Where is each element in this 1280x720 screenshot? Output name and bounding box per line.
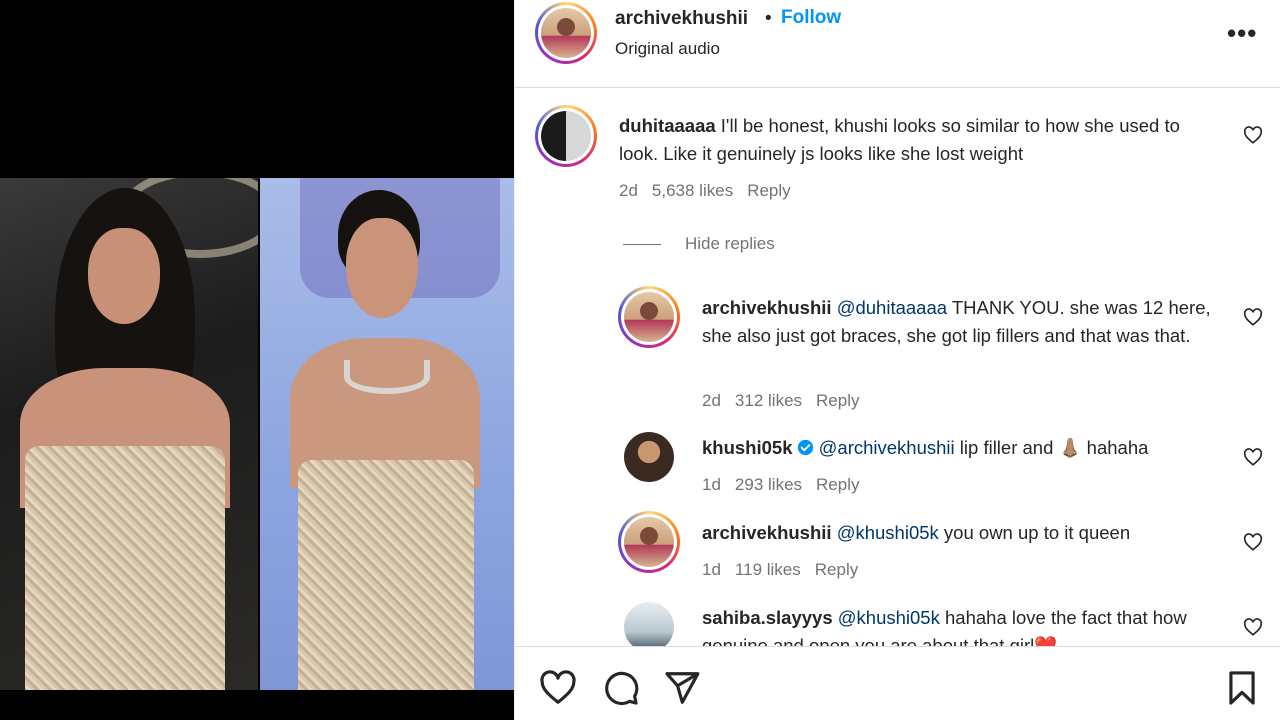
comment-username[interactable]: sahiba.slayyys <box>702 607 833 628</box>
post-photo-right <box>260 178 514 690</box>
commenter-avatar[interactable] <box>618 286 680 348</box>
comment-body: duhitaaaaa I'll be honest, khushi looks … <box>619 112 1219 168</box>
follow-button[interactable]: Follow <box>781 7 841 29</box>
comment-time[interactable]: 1d <box>702 475 721 494</box>
like-comment-heart-icon[interactable] <box>1243 308 1263 326</box>
comment-username[interactable]: archivekhushii <box>702 522 832 543</box>
save-bookmark-icon[interactable] <box>1223 669 1261 707</box>
post-header: archivekhushii • Follow Original audio •… <box>515 0 1280 88</box>
separator-dot: • <box>765 8 772 29</box>
comment-username[interactable]: archivekhushii <box>702 297 832 318</box>
post-side-panel: archivekhushii • Follow Original audio •… <box>514 0 1280 720</box>
like-comment-heart-icon[interactable] <box>1243 533 1263 551</box>
reply-button[interactable]: Reply <box>816 475 859 494</box>
comment-body: archivekhushii @duhitaaaaa THANK YOU. sh… <box>702 294 1222 350</box>
like-comment-heart-icon[interactable] <box>1243 126 1263 144</box>
hide-replies-toggle[interactable]: Hide replies <box>623 234 775 254</box>
commenter-avatar[interactable] <box>618 511 680 573</box>
reply-comment: archivekhushii @duhitaaaaa THANK YOU. sh… <box>515 284 1280 414</box>
comment-body: archivekhushii @khushi05k you own up to … <box>702 519 1242 547</box>
more-options-icon[interactable]: ••• <box>1227 18 1257 49</box>
comment-username[interactable]: duhitaaaaa <box>619 115 716 136</box>
comment-username[interactable]: khushi05k <box>702 437 793 458</box>
like-comment-heart-icon[interactable] <box>1243 448 1263 466</box>
comments-list[interactable]: duhitaaaaa I'll be honest, khushi looks … <box>515 89 1280 646</box>
comment-time[interactable]: 2d <box>702 391 721 410</box>
comment-meta: 2d 312 likes Reply <box>702 391 874 411</box>
comment-bubble-icon[interactable] <box>602 669 640 707</box>
commenter-avatar[interactable] <box>535 105 597 167</box>
post-media[interactable] <box>0 0 514 720</box>
reply-button[interactable]: Reply <box>747 181 790 200</box>
comment-body: sahiba.slayyys @khushi05k hahaha love th… <box>702 604 1222 646</box>
audio-label[interactable]: Original audio <box>615 39 720 59</box>
comment-mention[interactable]: @khushi05k <box>837 522 939 543</box>
comment-mention[interactable]: @duhitaaaaa <box>837 297 947 318</box>
comment-meta: 1d 119 likes Reply <box>702 560 872 580</box>
author-avatar[interactable] <box>535 2 597 64</box>
comment: duhitaaaaa I'll be honest, khushi looks … <box>515 89 1280 219</box>
commenter-avatar[interactable] <box>624 432 674 482</box>
verified-badge-icon <box>797 439 813 456</box>
commenter-avatar[interactable] <box>624 602 674 646</box>
like-comment-heart-icon[interactable] <box>1243 618 1263 636</box>
hide-replies-label[interactable]: Hide replies <box>685 234 775 254</box>
reply-button[interactable]: Reply <box>816 391 859 410</box>
comment-likes[interactable]: 312 likes <box>735 391 802 410</box>
comment-mention[interactable]: @archivekhushii <box>819 437 955 458</box>
comment-time[interactable]: 1d <box>702 560 721 579</box>
reply-comment: khushi05k @archivekhushii lip filler and… <box>515 424 1280 504</box>
comment-text: lip filler and 👃🏽 hahaha <box>954 437 1149 458</box>
post-action-bar <box>515 646 1280 720</box>
reply-comment: sahiba.slayyys @khushi05k hahaha love th… <box>515 594 1280 646</box>
reply-comment: archivekhushii @khushi05k you own up to … <box>515 509 1280 589</box>
hide-replies-line <box>623 243 661 245</box>
like-heart-icon[interactable] <box>539 669 577 707</box>
comment-likes[interactable]: 293 likes <box>735 475 802 494</box>
comment-mention[interactable]: @khushi05k <box>838 607 940 628</box>
comment-meta: 2d 5,638 likes Reply <box>619 181 805 201</box>
comment-body: khushi05k @archivekhushii lip filler and… <box>702 434 1242 462</box>
comment-likes[interactable]: 119 likes <box>735 560 801 579</box>
reply-button[interactable]: Reply <box>815 560 858 579</box>
comment-meta: 1d 293 likes Reply <box>702 475 874 495</box>
comment-time[interactable]: 2d <box>619 181 638 200</box>
post-photo-left <box>0 178 258 690</box>
comment-text: you own up to it queen <box>938 522 1131 543</box>
author-username[interactable]: archivekhushii <box>615 8 748 30</box>
share-send-icon[interactable] <box>663 669 701 707</box>
comment-likes[interactable]: 5,638 likes <box>652 181 733 200</box>
